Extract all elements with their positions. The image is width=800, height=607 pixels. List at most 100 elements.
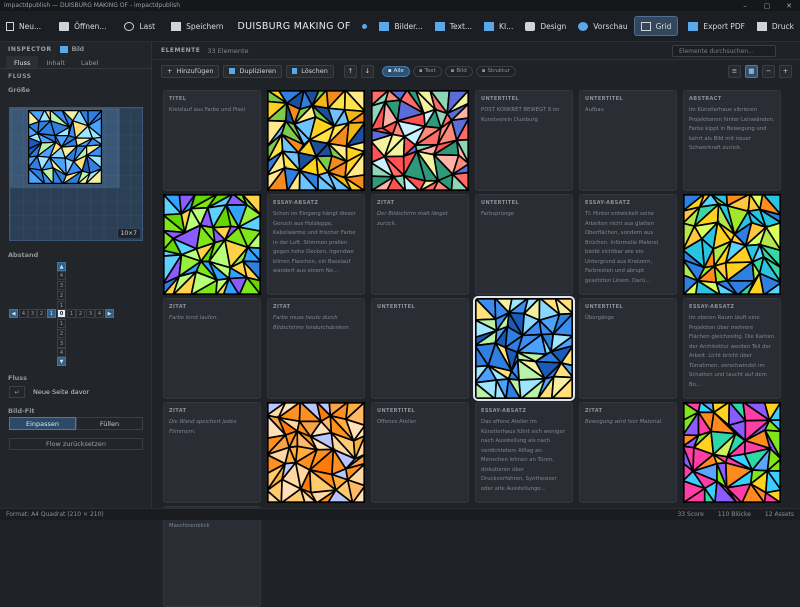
last-button[interactable]: Last <box>118 16 161 36</box>
step-up-3[interactable]: 3 <box>57 281 66 290</box>
step-down-2[interactable]: 2 <box>57 329 66 338</box>
step-right-4[interactable]: 4 <box>95 309 104 318</box>
filter-text[interactable]: ▪ Text <box>412 65 442 77</box>
move-up-button[interactable]: ↑ <box>343 64 357 78</box>
text-card[interactable]: ZITAT Farbe lernt laufen. <box>163 298 261 399</box>
step-down-3[interactable]: 3 <box>57 339 66 348</box>
card-text: Das offene Atelier im Künstlerhaus führt… <box>481 419 565 492</box>
grid-button[interactable]: Grid <box>633 16 679 36</box>
mosaic-image <box>371 90 469 191</box>
add-button[interactable]: + Hinzufügen <box>161 64 220 78</box>
text-card[interactable]: ZITAT Bewegung wird hier Material. <box>579 402 677 503</box>
image-card[interactable] <box>163 194 261 295</box>
save-button[interactable]: Speichern <box>165 16 229 36</box>
step-left-2[interactable]: 2 <box>37 309 46 318</box>
list-view-button[interactable]: ≡ <box>728 64 741 78</box>
step-right-1[interactable]: 1 <box>67 309 76 318</box>
ki-button[interactable]: KI... <box>478 16 519 36</box>
grid-view-button[interactable]: ▦ <box>745 64 758 78</box>
arrow-right-icon[interactable]: ▶ <box>105 309 114 318</box>
open-button[interactable]: Öffnen... <box>53 16 112 36</box>
image-card[interactable] <box>683 402 781 503</box>
fit-fill-option[interactable]: Füllen <box>76 417 143 430</box>
card-kind: UNTERTITEL <box>585 96 623 102</box>
arrow-up-icon: ↑ <box>347 67 354 75</box>
card-text: POST KONKRET BEWEGT 8 im Kunstverein Dui… <box>481 107 560 123</box>
text-icon <box>434 21 445 31</box>
card-kind: UNTERTITEL <box>585 304 623 310</box>
step-left-1[interactable]: 1 <box>47 309 56 318</box>
delete-button[interactable]: Löschen <box>286 64 334 78</box>
tab-fluss[interactable]: Fluss <box>6 56 39 68</box>
arrow-left-icon[interactable]: ◀ <box>9 309 18 318</box>
text-card[interactable]: UNTERTITEL POST KONKRET BEWEGT 8 im Kunst… <box>475 90 573 191</box>
design-button[interactable]: Design <box>519 16 572 36</box>
step-down-1[interactable]: 1 <box>57 319 66 328</box>
text-card[interactable]: ZITAT Die Wand speichert jedes Flimmern. <box>163 402 261 503</box>
text-card[interactable]: ABSTRACT Im Künstlerhaus vibrieren Projek… <box>683 90 781 191</box>
image-card[interactable] <box>683 194 781 295</box>
minimize-icon[interactable]: – <box>734 0 756 11</box>
filter-structure[interactable]: ▪ Struktur <box>475 65 516 77</box>
text-card[interactable]: ZITAT Der Bildschirm malt längst zurück. <box>371 194 469 295</box>
text-card[interactable]: UNTERTITEL Übergänge <box>579 298 677 399</box>
image-card[interactable] <box>473 296 575 401</box>
mosaic-image <box>163 194 261 295</box>
text-card[interactable]: ZITAT Farbe muss heute durch Bildschirme … <box>267 298 365 399</box>
step-up-2[interactable]: 2 <box>57 291 66 300</box>
new-page-row[interactable]: ↵ Neue Seite davor <box>9 386 89 398</box>
fit-contain-option[interactable]: Einpassen <box>9 417 76 430</box>
card-text: Offenes Atelier <box>377 419 417 425</box>
duplicate-button[interactable]: Duplizieren <box>223 64 283 78</box>
window-title: impactdpublish — DUISBURG MAKING OF - im… <box>4 2 181 9</box>
card-kind: UNTERTITEL <box>481 200 519 206</box>
step-up-4[interactable]: 4 <box>57 271 66 280</box>
text-card[interactable]: TITEL Kreislauf aus Farbe und Pixel <box>163 90 261 191</box>
elements-search-input[interactable]: Elemente durchsuchen... <box>672 45 776 57</box>
zoom-in-button[interactable]: + <box>779 64 792 78</box>
return-icon[interactable]: ↵ <box>9 386 25 398</box>
image-card[interactable] <box>267 402 365 503</box>
text-card[interactable]: ESSAY-ABSATZ Im oberen Raum läuft eine Pr… <box>683 298 781 399</box>
texts-button[interactable]: Text... <box>429 16 478 36</box>
close-icon[interactable]: ✕ <box>778 0 800 11</box>
image-card[interactable] <box>267 90 365 191</box>
size-preview-grid[interactable]: 10×7 <box>9 107 144 242</box>
zoom-out-button[interactable]: − <box>762 64 775 78</box>
text-card[interactable]: ESSAY-ABSATZ Schon im Eingang hängt diese… <box>267 194 365 295</box>
step-down-4[interactable]: 4 <box>57 348 66 357</box>
step-left-4[interactable]: 4 <box>19 309 28 318</box>
step-right-2[interactable]: 2 <box>76 309 85 318</box>
text-card[interactable]: UNTERTITEL Aufbau <box>579 90 677 191</box>
text-card[interactable]: ESSAY-ABSATZ Tl: Hinter entwickelt seine … <box>579 194 677 295</box>
print-button[interactable]: Druck <box>751 16 800 36</box>
tab-label[interactable]: Label <box>73 56 107 68</box>
preview-button[interactable]: Vorschau <box>572 16 633 36</box>
text-icon: ▪ <box>418 68 423 74</box>
step-center[interactable]: 0 <box>57 309 66 318</box>
grid-icon <box>640 21 651 31</box>
new-button[interactable]: Neu... <box>0 16 47 36</box>
export-pdf-button[interactable]: Export PDF <box>682 16 751 36</box>
text-card[interactable]: ESSAY-ABSATZ Das offene Atelier im Künstl… <box>475 402 573 503</box>
text-card[interactable]: UNTERTITEL Farbsprünge <box>475 194 573 295</box>
text-card[interactable]: UNTERTITEL Offenes Atelier <box>371 402 469 503</box>
reset-flow-button[interactable]: Flow zurücksetzen <box>9 438 143 450</box>
tab-inhalt[interactable]: Inhalt <box>38 56 73 68</box>
step-left-3[interactable]: 3 <box>28 309 37 318</box>
filter-image[interactable]: ▪ Bild <box>444 65 473 77</box>
plus-icon: + <box>167 67 173 75</box>
text-card[interactable]: UNTERTITELMaschinenblick <box>163 506 261 607</box>
images-button[interactable]: Bilder... <box>373 16 428 36</box>
card-kind: ESSAY-ABSATZ <box>273 200 319 206</box>
filter-all[interactable]: ▪ Alle <box>381 65 410 77</box>
step-right-3[interactable]: 3 <box>86 309 95 318</box>
arrow-up-icon[interactable]: ▲ <box>57 262 66 271</box>
image-card[interactable] <box>371 90 469 191</box>
status-bar: Format: A4 Quadrat (210 × 210) 33 Score … <box>0 508 800 520</box>
card-text: Maschinenblick <box>169 523 210 529</box>
arrow-down-icon[interactable]: ▼ <box>57 357 66 366</box>
maximize-icon[interactable]: ▢ <box>756 0 778 11</box>
text-card[interactable]: UNTERTITEL <box>371 298 469 399</box>
move-down-button[interactable]: ↓ <box>360 64 374 78</box>
